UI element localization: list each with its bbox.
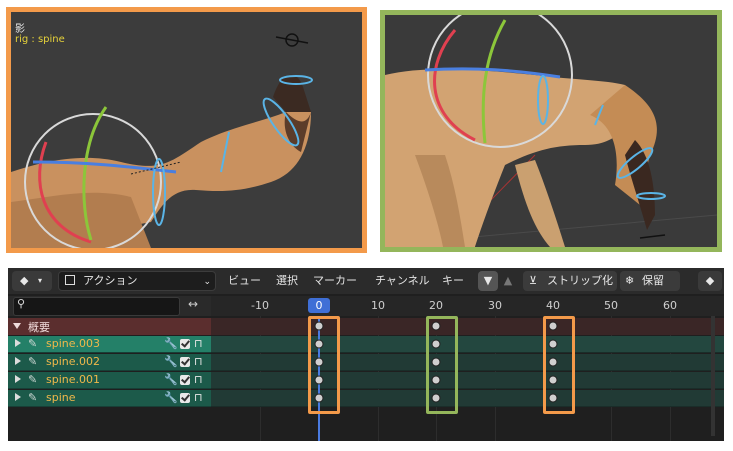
dopesheet-editor[interactable]: ◆ ▾ アクション ⌄ ビュー 選択 マーカー チャンネル キー ▼ ▲ ⊻ ス… xyxy=(8,268,724,441)
channel-name: spine.002 xyxy=(46,355,101,368)
enable-checkbox[interactable] xyxy=(180,339,190,349)
lock-icon[interactable]: ⊓ xyxy=(194,373,203,386)
menu-view[interactable]: ビュー xyxy=(228,271,261,291)
tick-label: 20 xyxy=(429,299,443,312)
channel-name: spine.003 xyxy=(46,337,101,350)
viewport-left[interactable]: 影 rig : spine xyxy=(6,7,367,253)
snowflake-icon: ❄ xyxy=(625,274,635,287)
viewport-title: 影 xyxy=(15,24,25,35)
viewport-right-scene xyxy=(385,15,717,247)
menu-key[interactable]: キー xyxy=(442,271,464,291)
channel-bone[interactable]: ✎ spine.003 🔧 ⊓ xyxy=(8,336,211,353)
channel-bone[interactable]: ✎ spine.001 🔧 ⊓ xyxy=(8,372,211,389)
action-selector[interactable]: アクション ⌄ xyxy=(58,271,216,291)
channel-name: spine xyxy=(46,391,76,404)
viewport-left-scene xyxy=(11,33,313,248)
bone-icon: ✎ xyxy=(28,337,38,350)
expand-arrow-icon[interactable] xyxy=(15,357,21,365)
wrench-icon[interactable]: 🔧 xyxy=(164,355,178,368)
chevron-down-icon: ▾ xyxy=(38,276,43,285)
enable-checkbox[interactable] xyxy=(180,357,190,367)
search-input[interactable]: ⚲ xyxy=(13,297,180,316)
push-down-icon: ⊻ xyxy=(529,274,538,287)
lock-icon[interactable]: ⊓ xyxy=(194,337,203,350)
tick-label: 40 xyxy=(546,299,560,312)
enable-checkbox[interactable] xyxy=(180,393,190,403)
menu-marker[interactable]: マーカー xyxy=(313,271,357,291)
swap-arrows-icon[interactable]: ↔ xyxy=(188,297,198,311)
highlight-frame-20 xyxy=(426,316,458,414)
channel-search-row: ⚲ ↔ xyxy=(8,296,211,316)
tick-label: 60 xyxy=(663,299,677,312)
highlight-frame-40 xyxy=(543,316,575,414)
channel-timeline-row xyxy=(211,372,724,389)
wrench-icon[interactable]: 🔧 xyxy=(164,337,178,350)
stash-label: 保留 xyxy=(642,274,664,287)
wrench-icon[interactable]: 🔧 xyxy=(164,391,178,404)
dopesheet-header: ◆ ▾ アクション ⌄ ビュー 選択 マーカー チャンネル キー ▼ ▲ ⊻ ス… xyxy=(8,268,724,294)
bone-icon: ✎ xyxy=(28,391,38,404)
expand-arrow-icon[interactable] xyxy=(13,323,21,329)
overlay-button[interactable]: ◆ xyxy=(698,271,722,291)
highlight-frame-0 xyxy=(308,316,340,414)
tick-label: 10 xyxy=(371,299,385,312)
wrench-icon[interactable]: 🔧 xyxy=(164,373,178,386)
viewport-right[interactable] xyxy=(380,10,722,252)
push-down-button[interactable]: ⊻ ストリップ化 xyxy=(523,271,617,291)
chevron-down-icon: ⌄ xyxy=(203,277,211,287)
lock-icon[interactable]: ⊓ xyxy=(194,391,203,404)
expand-arrow-icon[interactable] xyxy=(15,339,21,347)
channel-timeline-row xyxy=(211,336,724,353)
lock-icon[interactable]: ⊓ xyxy=(194,355,203,368)
frame-ruler[interactable]: -10 0 10 20 30 40 50 60 xyxy=(211,296,724,316)
menu-select[interactable]: 選択 xyxy=(276,271,298,291)
expand-arrow-icon[interactable] xyxy=(15,393,21,401)
stash-button[interactable]: ❄ 保留 xyxy=(620,271,680,291)
action-down-button[interactable]: ▼ xyxy=(478,271,498,291)
tick-label: -10 xyxy=(251,299,269,312)
channel-timeline-row xyxy=(211,390,724,407)
bone-icon: ✎ xyxy=(28,373,38,386)
action-up-button[interactable]: ▲ xyxy=(500,271,516,291)
channel-summary[interactable]: 概要 xyxy=(8,318,211,335)
search-icon: ⚲ xyxy=(17,297,26,310)
rig-label: rig : spine xyxy=(15,34,65,45)
keyframe-mode-icon: ◆ xyxy=(20,274,29,287)
channel-bone[interactable]: ✎ spine 🔧 ⊓ xyxy=(8,390,211,407)
tick-label: 30 xyxy=(488,299,502,312)
channel-timeline-row xyxy=(211,354,724,371)
enable-checkbox[interactable] xyxy=(180,375,190,385)
action-label: アクション xyxy=(83,274,138,287)
tick-label: 50 xyxy=(604,299,618,312)
expand-arrow-icon[interactable] xyxy=(15,375,21,383)
vertical-scrollbar[interactable] xyxy=(711,316,715,436)
menu-channel[interactable]: チャンネル xyxy=(375,271,430,291)
current-frame-indicator[interactable]: 0 xyxy=(308,298,330,313)
channel-name: spine.001 xyxy=(46,373,101,386)
action-icon xyxy=(65,275,75,285)
editor-type-button[interactable]: ◆ ▾ xyxy=(12,271,52,291)
push-down-label: ストリップ化 xyxy=(547,274,613,287)
summary-timeline-row xyxy=(211,318,724,335)
bone-icon: ✎ xyxy=(28,355,38,368)
channel-bone[interactable]: ✎ spine.002 🔧 ⊓ xyxy=(8,354,211,371)
summary-label: 概要 xyxy=(28,321,50,334)
